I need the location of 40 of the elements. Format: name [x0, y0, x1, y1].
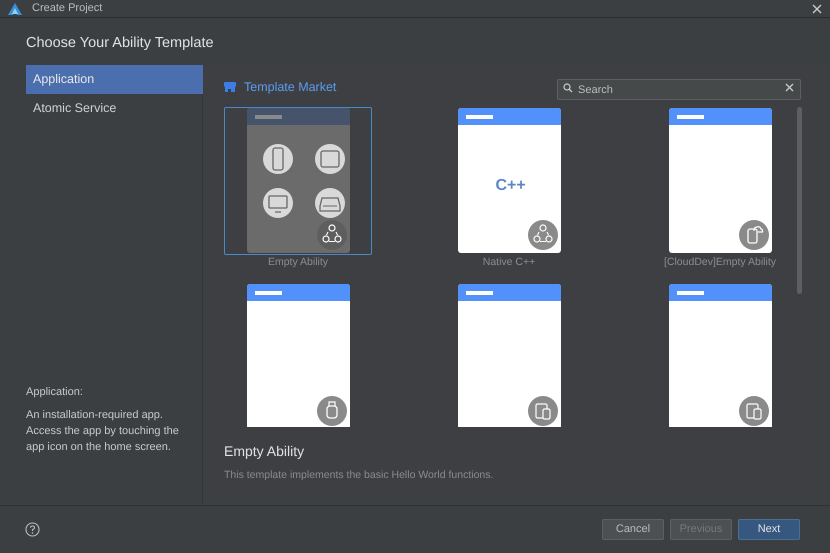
search-field[interactable]: Search — [557, 79, 801, 100]
description-text: An installation-required app. Access the app by touching the app icon on the home screen. — [26, 408, 180, 455]
primary-button[interactable]: Next — [738, 519, 800, 540]
help-icon[interactable] — [25, 522, 40, 537]
template-card[interactable] — [668, 284, 772, 427]
title-placeholder-bar — [466, 290, 492, 294]
template-market-title: Template Market — [244, 78, 336, 96]
search-icon — [563, 82, 573, 92]
template-card[interactable]: C++ — [458, 108, 560, 253]
window-title: Create Project — [32, 1, 102, 16]
sidebar-item[interactable]: Application — [26, 65, 203, 94]
tablet-badge-icon — [738, 396, 768, 426]
watch-badge-icon — [316, 396, 346, 426]
title-placeholder-bar — [254, 290, 282, 294]
title-placeholder-bar — [676, 290, 704, 294]
template-description: This template implements the basic Hello World functions. — [224, 468, 494, 483]
template-label: Native C++ — [482, 255, 536, 270]
template-card[interactable] — [668, 108, 772, 253]
store-icon — [224, 81, 236, 93]
title-placeholder-bar — [676, 114, 704, 118]
dialog-button[interactable]: Cancel — [602, 519, 664, 540]
nodes-badge-icon — [528, 220, 558, 250]
template-card[interactable] — [458, 284, 560, 427]
close-icon[interactable] — [812, 4, 822, 14]
description-title: Application: — [26, 384, 84, 400]
template-card[interactable] — [246, 284, 350, 427]
template-label: Empty Ability — [268, 255, 328, 270]
scrollbar[interactable] — [797, 107, 802, 294]
template-label: [CloudDev]Empty Ability — [664, 255, 776, 270]
title-placeholder-bar — [254, 114, 282, 118]
title-placeholder-bar — [466, 114, 492, 118]
sidebar-item[interactable]: Atomic Service — [26, 94, 203, 123]
tablet-badge-icon — [528, 396, 558, 426]
nodes-badge-icon — [316, 220, 346, 250]
cloud-phone-badge-icon — [738, 220, 768, 250]
dialog-heading: Choose Your Ability Template — [26, 34, 214, 54]
cpp-logo: C++ — [496, 176, 526, 196]
template-title: Empty Ability — [224, 442, 306, 461]
clear-icon[interactable] — [785, 82, 794, 92]
app-logo-icon — [8, 2, 22, 14]
